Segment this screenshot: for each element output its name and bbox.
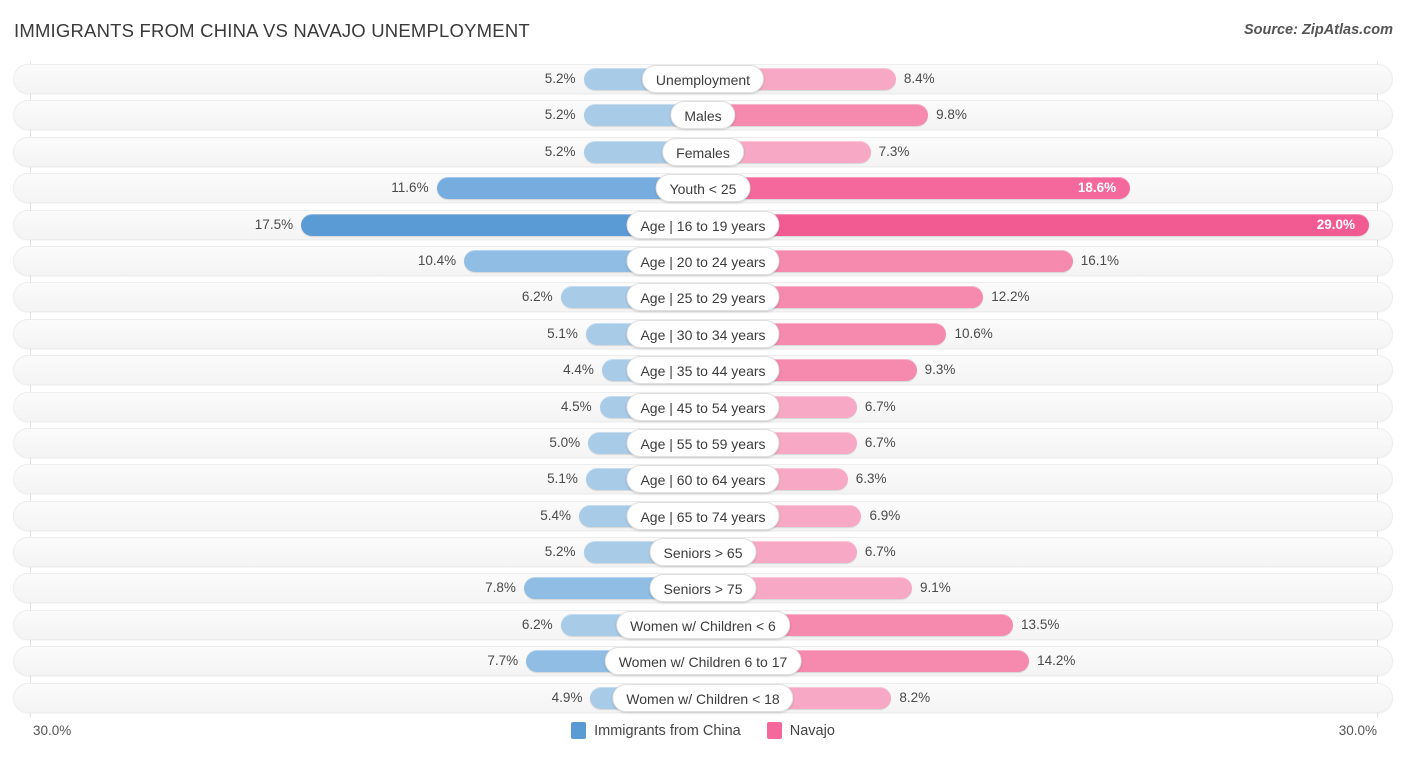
bar-row: 5.1% 6.3% Age | 60 to 64 years [0, 464, 1406, 494]
bar-row: 4.4% 9.3% Age | 35 to 44 years [0, 355, 1406, 385]
value-label-immigrants-from-china: 10.4% [374, 246, 456, 276]
bar-row: 11.6% 18.6%Youth < 25 [0, 173, 1406, 203]
value-label-navajo: 6.7% [865, 428, 955, 458]
bar-row: 5.2% 6.7% Seniors > 65 [0, 537, 1406, 567]
legend-label: Immigrants from China [594, 723, 741, 739]
row-category-label[interactable]: Age | 16 to 19 years [626, 211, 779, 239]
legend-label: Navajo [790, 723, 835, 739]
bar-row: 4.5% 6.7% Age | 45 to 54 years [0, 392, 1406, 422]
chart-plot-area: 5.2% 8.4% Unemployment 5.2% 9.8% Males 5.2% 7.3… [0, 62, 1406, 717]
value-label-immigrants-from-china: 5.2% [494, 537, 576, 567]
value-label-navajo: 14.2% [1037, 646, 1127, 676]
value-label-navajo: 9.1% [920, 573, 1010, 603]
bar-row: 6.2% 12.2% Age | 25 to 29 years [0, 282, 1406, 312]
row-category-label[interactable]: Women w/ Children 6 to 17 [605, 647, 802, 675]
row-category-label[interactable]: Age | 20 to 24 years [626, 247, 779, 275]
row-category-label[interactable]: Age | 25 to 29 years [626, 283, 779, 311]
value-label-navajo: 6.7% [865, 392, 955, 422]
source-attribution: Source: ZipAtlas.com [1244, 22, 1393, 38]
chart-header: IMMIGRANTS FROM CHINA VS NAVAJO UNEMPLOY… [0, 0, 1406, 62]
value-label-navajo: 6.7% [865, 537, 955, 567]
bar-row: 5.2% 8.4% Unemployment [0, 64, 1406, 94]
value-label-navajo: 9.8% [936, 100, 1026, 130]
value-label-navajo: 29.0% [703, 210, 1355, 240]
legend-swatch-icon [767, 722, 782, 739]
value-label-immigrants-from-china: 17.5% [211, 210, 293, 240]
row-category-label[interactable]: Unemployment [642, 65, 764, 93]
row-category-label[interactable]: Women w/ Children < 18 [612, 684, 793, 712]
value-label-navajo: 16.1% [1081, 246, 1171, 276]
value-label-immigrants-from-china: 4.4% [512, 355, 594, 385]
bar-row: 7.7% 14.2% Women w/ Children 6 to 17 [0, 646, 1406, 676]
chart-legend: Immigrants from China Navajo [0, 722, 1406, 739]
value-label-immigrants-from-china: 5.2% [494, 100, 576, 130]
legend-swatch-icon [571, 722, 586, 739]
legend-item[interactable]: Immigrants from China [571, 722, 741, 739]
value-label-immigrants-from-china: 4.5% [510, 392, 592, 422]
bar-row: 5.1% 10.6% Age | 30 to 34 years [0, 319, 1406, 349]
row-category-label[interactable]: Women w/ Children < 6 [616, 611, 790, 639]
bar-row: 5.0% 6.7% Age | 55 to 59 years [0, 428, 1406, 458]
value-label-immigrants-from-china: 5.4% [489, 501, 571, 531]
row-category-label[interactable]: Seniors > 65 [650, 538, 757, 566]
bar-row: 17.5% 29.0%Age | 16 to 19 years [0, 210, 1406, 240]
row-category-label[interactable]: Age | 30 to 34 years [626, 320, 779, 348]
bar-row: 4.9% 8.2% Women w/ Children < 18 [0, 683, 1406, 713]
value-label-immigrants-from-china: 7.8% [434, 573, 516, 603]
value-label-navajo: 6.3% [856, 464, 946, 494]
row-category-label[interactable]: Age | 45 to 54 years [626, 393, 779, 421]
bar-row: 5.2% 7.3% Females [0, 137, 1406, 167]
row-category-label[interactable]: Females [662, 138, 744, 166]
row-category-label[interactable]: Age | 60 to 64 years [626, 465, 779, 493]
bar-rows: 5.2% 8.4% Unemployment 5.2% 9.8% Males 5.2% 7.3… [0, 64, 1406, 719]
value-label-immigrants-from-china: 6.2% [471, 282, 553, 312]
row-category-label[interactable]: Males [670, 101, 735, 129]
value-label-navajo: 18.6% [703, 173, 1116, 203]
bar-row: 10.4% 16.1% Age | 20 to 24 years [0, 246, 1406, 276]
value-label-immigrants-from-china: 11.6% [347, 173, 429, 203]
bar-navajo [703, 104, 928, 126]
value-label-immigrants-from-china: 6.2% [471, 610, 553, 640]
value-label-navajo: 9.3% [925, 355, 1015, 385]
value-label-immigrants-from-china: 5.2% [494, 137, 576, 167]
value-label-navajo: 7.3% [879, 137, 969, 167]
row-category-label[interactable]: Age | 55 to 59 years [626, 429, 779, 457]
value-label-immigrants-from-china: 5.1% [496, 464, 578, 494]
page-title: IMMIGRANTS FROM CHINA VS NAVAJO UNEMPLOY… [14, 20, 530, 42]
value-label-immigrants-from-china: 5.1% [496, 319, 578, 349]
bar-row: 7.8% 9.1% Seniors > 75 [0, 573, 1406, 603]
chart-footer: 30.0% 30.0% Immigrants from ChinaNavajo [0, 717, 1406, 757]
row-category-label[interactable]: Youth < 25 [656, 174, 751, 202]
value-label-navajo: 8.2% [899, 683, 989, 713]
row-category-label[interactable]: Age | 35 to 44 years [626, 356, 779, 384]
value-label-navajo: 8.4% [904, 64, 994, 94]
value-label-immigrants-from-china: 4.9% [500, 683, 582, 713]
value-label-immigrants-from-china: 7.7% [436, 646, 518, 676]
bar-row: 5.2% 9.8% Males [0, 100, 1406, 130]
legend-item[interactable]: Navajo [767, 722, 835, 739]
value-label-immigrants-from-china: 5.2% [494, 64, 576, 94]
row-category-label[interactable]: Age | 65 to 74 years [626, 502, 779, 530]
value-label-navajo: 12.2% [991, 282, 1081, 312]
value-label-navajo: 6.9% [869, 501, 959, 531]
value-label-navajo: 10.6% [954, 319, 1044, 349]
bar-row: 6.2% 13.5% Women w/ Children < 6 [0, 610, 1406, 640]
row-category-label[interactable]: Seniors > 75 [650, 574, 757, 602]
bar-row: 5.4% 6.9% Age | 65 to 74 years [0, 501, 1406, 531]
value-label-navajo: 13.5% [1021, 610, 1111, 640]
value-label-immigrants-from-china: 5.0% [498, 428, 580, 458]
